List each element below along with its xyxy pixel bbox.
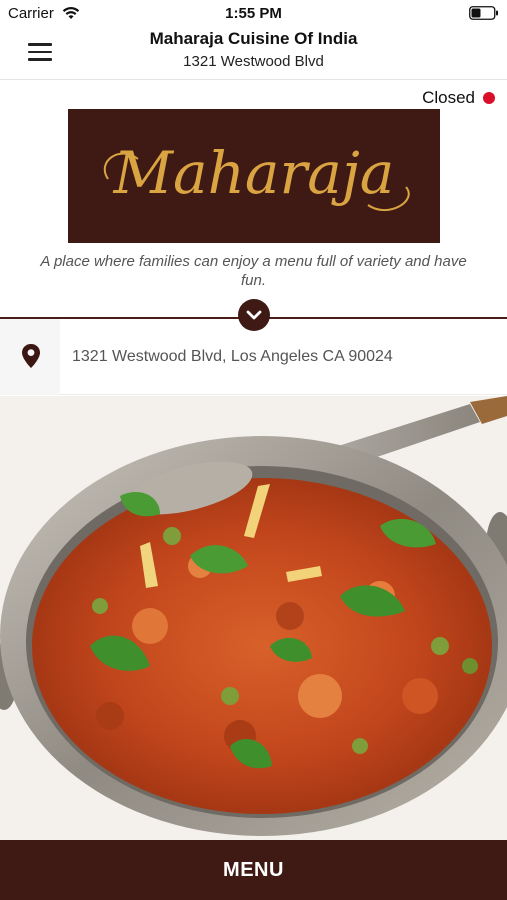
logo-wordmark: Maharaja — [113, 139, 395, 207]
restaurant-subtitle: 1321 Westwood Blvd — [183, 53, 324, 70]
status-dot-icon — [483, 92, 495, 104]
open-status: Closed — [422, 88, 495, 108]
pin-cell — [0, 319, 60, 395]
address-row[interactable]: 1321 Westwood Blvd, Los Angeles CA 90024 — [0, 319, 507, 395]
status-time: 1:55 PM — [225, 5, 282, 22]
tagline: A place where families can enjoy a menu … — [40, 253, 467, 289]
open-status-label: Closed — [422, 88, 475, 107]
menu-button-label: MENU — [223, 859, 284, 881]
location-pin-icon — [22, 344, 40, 368]
nav-header: Maharaja Cuisine Of India 1321 Westwood … — [0, 26, 507, 80]
address-text: 1321 Westwood Blvd, Los Angeles CA 90024 — [72, 348, 393, 365]
hero-food-image — [0, 396, 507, 840]
menu-button[interactable]: MENU — [0, 840, 507, 900]
status-bar: Carrier 1:55 PM — [0, 0, 507, 26]
restaurant-logo: Maharaja — [68, 109, 440, 243]
restaurant-title: Maharaja Cuisine Of India — [149, 29, 358, 48]
battery-icon — [469, 6, 498, 20]
